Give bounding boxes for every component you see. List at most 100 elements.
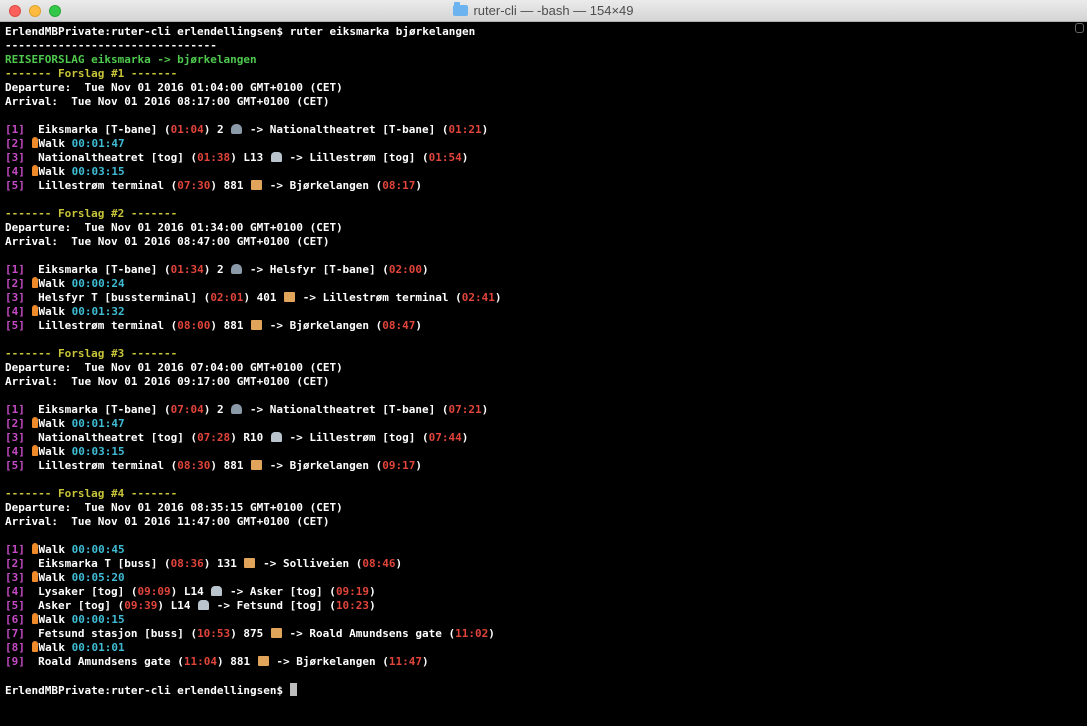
terminal-text: -> Lillestrøm [tog] ( <box>282 151 429 164</box>
terminal-text: ) 131 <box>203 557 244 570</box>
terminal-text: Nationaltheatret [tog] ( <box>24 431 198 444</box>
terminal-line: ErlendMBPrivate:ruter-cli erlendellingse… <box>5 683 297 697</box>
terminal-text: 00:05:20 <box>71 571 125 584</box>
terminal-text: ------- Forslag #3 ------- <box>5 347 178 360</box>
terminal-text: Eiksmarka T [buss] ( <box>24 557 171 570</box>
terminal-text: [4] <box>5 445 25 458</box>
window-title-text: ruter-cli — -bash — 154×49 <box>473 3 634 18</box>
terminal-text: ) <box>369 599 376 612</box>
terminal-text: Departure: Tue Nov 01 2016 01:34:00 GMT+… <box>5 221 343 234</box>
terminal-text: ) <box>415 459 423 472</box>
text-cursor <box>289 683 297 696</box>
terminal-line: -------------------------------- <box>5 39 217 53</box>
terminal-text: 08:36 <box>170 557 204 570</box>
terminal-text: ) 881 <box>210 179 251 192</box>
terminal-text: 01:34 <box>170 263 204 276</box>
terminal-text: Nationaltheatret [tog] ( <box>24 151 198 164</box>
terminal-text: 07:04 <box>170 403 204 416</box>
terminal-line: [4] Lysaker [tog] (09:09) L14 -> Asker [… <box>5 585 376 599</box>
terminal-text: ) 2 <box>203 123 231 136</box>
terminal-text: Walk <box>38 137 72 150</box>
terminal-line: [7] Fetsund stasjon [buss] (10:53) 875 -… <box>5 627 495 641</box>
terminal-text: ) 2 <box>203 403 231 416</box>
terminal-text: Lillestrøm terminal ( <box>24 179 178 192</box>
terminal-text: ) <box>461 151 469 164</box>
terminal-text: ) 881 <box>216 655 257 668</box>
terminal-line: [4] Walk 00:01:32 <box>5 305 125 319</box>
terminal-text: 01:04 <box>170 123 204 136</box>
terminal-text: Arrival: Tue Nov 01 2016 09:17:00 GMT+01… <box>5 375 330 388</box>
terminal-text: Departure: Tue Nov 01 2016 07:04:00 GMT+… <box>5 361 343 374</box>
terminal-text: 08:17 <box>382 179 416 192</box>
walk-icon <box>31 543 38 554</box>
terminal-text: 09:17 <box>382 459 416 472</box>
terminal-text: ) <box>494 291 502 304</box>
terminal-line: REISEFORSLAG eiksmarka -> bjørkelangen <box>5 53 257 67</box>
terminal-text: REISEFORSLAG eiksmarka -> bjørkelangen <box>5 53 257 66</box>
terminal-line: [3] Walk 00:05:20 <box>5 571 125 585</box>
terminal-text: ) 881 <box>210 319 251 332</box>
terminal-line: [3] Nationaltheatret [tog] (07:28) R10 -… <box>5 431 468 445</box>
terminal-text: [5] <box>5 179 25 192</box>
terminal-text: Eiksmarka [T-bane] ( <box>24 263 171 276</box>
terminal-text: Lysaker [tog] ( <box>24 585 138 598</box>
terminal-text: [7] <box>5 627 25 640</box>
walk-icon <box>31 165 38 176</box>
walk-icon <box>31 641 38 652</box>
terminal-text: Arrival: Tue Nov 01 2016 08:47:00 GMT+01… <box>5 235 330 248</box>
terminal-text: ) 881 <box>210 459 251 472</box>
window-title: ruter-cli — -bash — 154×49 <box>0 2 1087 18</box>
terminal-text: 09:39 <box>124 599 158 612</box>
walk-icon <box>31 613 38 624</box>
terminal-text: [2] <box>5 137 25 150</box>
terminal-text: Departure: Tue Nov 01 2016 01:04:00 GMT+… <box>5 81 343 94</box>
terminal-text: Walk <box>38 445 72 458</box>
scrollbar[interactable] <box>1075 23 1084 33</box>
terminal-text: 11:47 <box>388 655 423 668</box>
terminal-line: [9] Roald Amundsens gate (11:04) 881 -> … <box>5 655 429 669</box>
terminal-text: ) <box>461 431 469 444</box>
terminal-text: Walk <box>38 165 72 178</box>
terminal-text: Walk <box>38 543 72 556</box>
terminal-output[interactable]: ErlendMBPrivate:ruter-cli erlendellingse… <box>0 23 1087 726</box>
terminal-text: [4] <box>5 305 25 318</box>
terminal-text: -> Bjørkelangen ( <box>263 179 383 192</box>
terminal-line: Departure: Tue Nov 01 2016 01:34:00 GMT+… <box>5 221 343 235</box>
terminal-text: 00:00:45 <box>71 543 125 556</box>
train-icon <box>270 432 282 442</box>
terminal-text: 11:02 <box>455 627 489 640</box>
terminal-text: 00:01:01 <box>71 641 125 654</box>
terminal-text: [4] <box>5 165 25 178</box>
terminal-text: -> Asker [tog] ( <box>223 585 336 598</box>
terminal-line: Arrival: Tue Nov 01 2016 08:17:00 GMT+01… <box>5 95 330 109</box>
terminal-text: Walk <box>38 277 72 290</box>
terminal-line: [5] Lillestrøm terminal (08:00) 881 -> B… <box>5 319 422 333</box>
terminal-text: [1] <box>5 543 25 556</box>
terminal-text: 08:46 <box>362 557 396 570</box>
terminal-text: Walk <box>38 417 72 430</box>
terminal-text: Asker [tog] ( <box>24 599 125 612</box>
terminal-line: [2] Walk 00:00:24 <box>5 277 125 291</box>
terminal-text: Walk <box>38 305 72 318</box>
terminal-text: 07:44 <box>428 431 462 444</box>
bus-icon <box>251 460 263 470</box>
terminal-text: 08:30 <box>177 459 211 472</box>
terminal-text: Walk <box>38 641 72 654</box>
terminal-line: Arrival: Tue Nov 01 2016 09:17:00 GMT+01… <box>5 375 330 389</box>
terminal-line: [2] Walk 00:01:47 <box>5 417 125 431</box>
terminal-text: -> Fetsund [tog] ( <box>210 599 336 612</box>
folder-icon <box>453 2 469 16</box>
terminal-text: ) 2 <box>203 263 231 276</box>
terminal-text: 09:09 <box>137 585 171 598</box>
bus-icon <box>257 656 269 666</box>
terminal-text: -> Nationaltheatret [T-bane] ( <box>243 123 449 136</box>
terminal-line: [5] Lillestrøm terminal (08:30) 881 -> B… <box>5 459 422 473</box>
walk-icon <box>31 571 38 582</box>
terminal-text: -> Bjørkelangen ( <box>263 319 383 332</box>
